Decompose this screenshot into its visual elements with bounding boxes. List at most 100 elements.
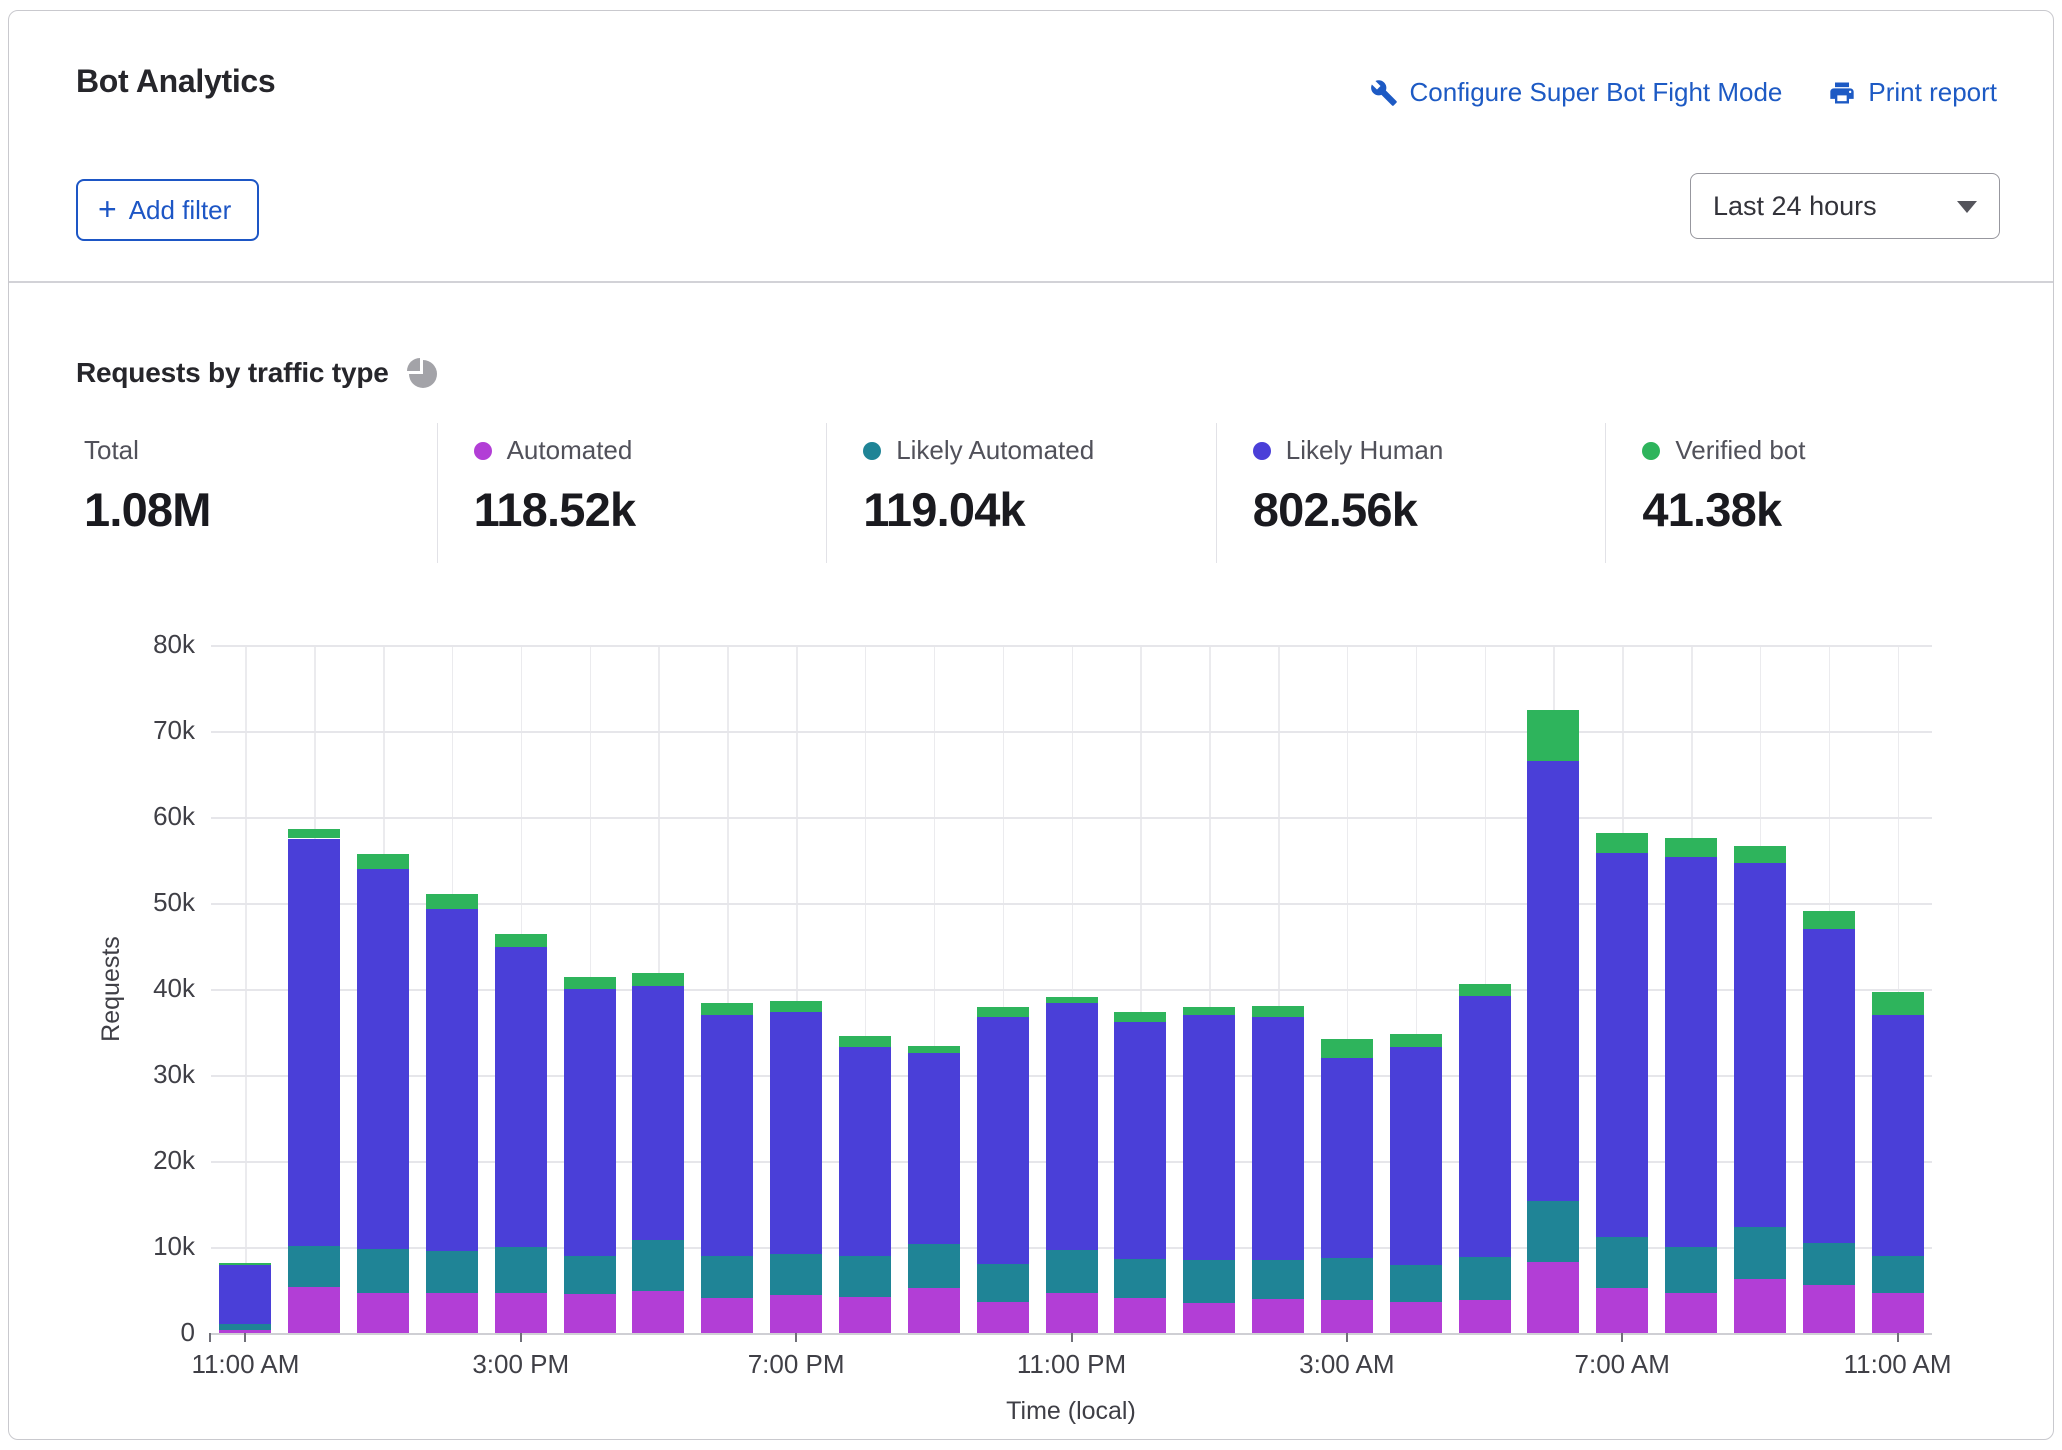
stacked-bar-hour-2[interactable]: [357, 854, 409, 1333]
segment-likely-human: [1459, 996, 1511, 1257]
segment-likely-automated: [1321, 1258, 1373, 1300]
x-axis-tick-label: 11:00 PM: [982, 1349, 1162, 1380]
segment-automated: [1114, 1298, 1166, 1333]
pie-chart-icon: [407, 358, 437, 388]
segment-verified-bot: [357, 854, 409, 869]
stacked-bar-hour-15[interactable]: [1252, 1006, 1304, 1333]
stacked-bar-hour-1[interactable]: [288, 829, 340, 1333]
segment-automated: [770, 1295, 822, 1333]
segment-verified-bot: [1596, 833, 1648, 853]
horizontal-gridline: [211, 731, 1932, 733]
segment-likely-human: [1596, 853, 1648, 1237]
segment-likely-human: [219, 1265, 271, 1324]
x-axis-tick: [1897, 1333, 1899, 1342]
stacked-bar-hour-20[interactable]: [1596, 833, 1648, 1333]
stacked-bar-hour-0[interactable]: [219, 1263, 271, 1333]
segment-automated: [1596, 1288, 1648, 1333]
segment-verified-bot: [219, 1263, 271, 1265]
horizontal-gridline: [211, 817, 1932, 819]
x-axis-tick: [795, 1333, 797, 1342]
stacked-bar-hour-22[interactable]: [1734, 846, 1786, 1333]
segment-automated: [908, 1288, 960, 1333]
stat-automated[interactable]: Automated 118.52k: [437, 423, 827, 563]
stacked-bar-hour-5[interactable]: [564, 977, 616, 1333]
segment-likely-automated: [1252, 1260, 1304, 1300]
stat-likely-human[interactable]: Likely Human 802.56k: [1216, 423, 1606, 563]
stat-total[interactable]: Total 1.08M: [76, 423, 437, 563]
automated-dot: [474, 442, 492, 460]
stacked-bar-hour-23[interactable]: [1803, 911, 1855, 1333]
stacked-bar-hour-7[interactable]: [701, 1003, 753, 1333]
segment-verified-bot: [1390, 1034, 1442, 1047]
stacked-bar-hour-3[interactable]: [426, 894, 478, 1333]
segment-likely-automated: [977, 1264, 1029, 1302]
x-axis-edge-tick: [209, 1333, 211, 1342]
stacked-bar-hour-12[interactable]: [1046, 997, 1098, 1333]
segment-likely-automated: [1114, 1259, 1166, 1298]
stat-likely-automated[interactable]: Likely Automated 119.04k: [826, 423, 1216, 563]
stat-likely-automated-value: 119.04k: [863, 482, 1206, 537]
time-range-select[interactable]: Last 24 hours: [1690, 173, 2000, 239]
segment-verified-bot: [1872, 992, 1924, 1014]
segment-verified-bot: [977, 1007, 1029, 1016]
stacked-bar-hour-14[interactable]: [1183, 1007, 1235, 1333]
segment-likely-automated: [1734, 1227, 1786, 1279]
horizontal-gridline: [211, 1333, 1932, 1335]
configure-super-bot-fight-mode-link[interactable]: Configure Super Bot Fight Mode: [1370, 77, 1783, 108]
x-axis-tick: [520, 1333, 522, 1342]
stacked-bar-hour-13[interactable]: [1114, 1012, 1166, 1333]
y-axis-tick-label: 40k: [115, 973, 195, 1004]
segment-automated: [1527, 1262, 1579, 1333]
stacked-bar-hour-19[interactable]: [1527, 710, 1579, 1334]
stacked-bar-hour-16[interactable]: [1321, 1039, 1373, 1333]
y-axis-tick-label: 30k: [115, 1059, 195, 1090]
stacked-bar-hour-8[interactable]: [770, 1001, 822, 1333]
stacked-bar-hour-17[interactable]: [1390, 1034, 1442, 1333]
chevron-down-icon: [1957, 201, 1977, 213]
segment-automated: [288, 1287, 340, 1333]
segment-likely-human: [1183, 1015, 1235, 1260]
header-links: Configure Super Bot Fight Mode Print rep…: [1370, 77, 1997, 108]
segment-likely-human: [426, 909, 478, 1251]
segment-automated: [219, 1330, 271, 1333]
section-title: Requests by traffic type: [76, 357, 389, 389]
wrench-icon: [1370, 79, 1398, 107]
x-axis-title: Time (local): [921, 1397, 1221, 1426]
stat-likely-human-value: 802.56k: [1253, 482, 1596, 537]
stacked-bar-hour-4[interactable]: [495, 934, 547, 1333]
printer-icon: [1828, 79, 1856, 107]
segment-likely-automated: [1665, 1247, 1717, 1293]
segment-automated: [357, 1293, 409, 1333]
segment-likely-automated: [1183, 1260, 1235, 1303]
add-filter-button[interactable]: + Add filter: [76, 179, 259, 241]
print-report-link[interactable]: Print report: [1828, 77, 1997, 108]
segment-verified-bot: [632, 973, 684, 987]
segment-verified-bot: [1114, 1012, 1166, 1021]
segment-automated: [1734, 1279, 1786, 1333]
segment-likely-automated: [495, 1247, 547, 1293]
stat-verified-bot[interactable]: Verified bot 41.38k: [1605, 423, 1995, 563]
stacked-bar-hour-18[interactable]: [1459, 984, 1511, 1333]
segment-likely-human: [839, 1047, 891, 1256]
time-range-value: Last 24 hours: [1713, 191, 1877, 222]
segment-automated: [426, 1293, 478, 1333]
stacked-bar-hour-11[interactable]: [977, 1007, 1029, 1333]
y-axis-tick-label: 70k: [115, 715, 195, 746]
x-axis-tick: [1621, 1333, 1623, 1342]
stacked-bar-hour-10[interactable]: [908, 1046, 960, 1333]
stacked-bar-hour-21[interactable]: [1665, 838, 1717, 1333]
stacked-bar-hour-9[interactable]: [839, 1036, 891, 1333]
stacked-bar-hour-24[interactable]: [1872, 992, 1924, 1333]
segment-likely-human: [1872, 1015, 1924, 1257]
segment-likely-human: [1527, 761, 1579, 1201]
stat-automated-value: 118.52k: [474, 482, 817, 537]
x-axis-tick-label: 3:00 PM: [431, 1349, 611, 1380]
segment-verified-bot: [1734, 846, 1786, 862]
segment-verified-bot: [1183, 1007, 1235, 1015]
segment-likely-automated: [1596, 1237, 1648, 1289]
segment-likely-human: [495, 947, 547, 1247]
segment-likely-human: [564, 989, 616, 1256]
stacked-bar-hour-6[interactable]: [632, 973, 684, 1333]
x-axis-tick-label: 11:00 AM: [1808, 1349, 1988, 1380]
stat-automated-label: Automated: [507, 435, 633, 466]
